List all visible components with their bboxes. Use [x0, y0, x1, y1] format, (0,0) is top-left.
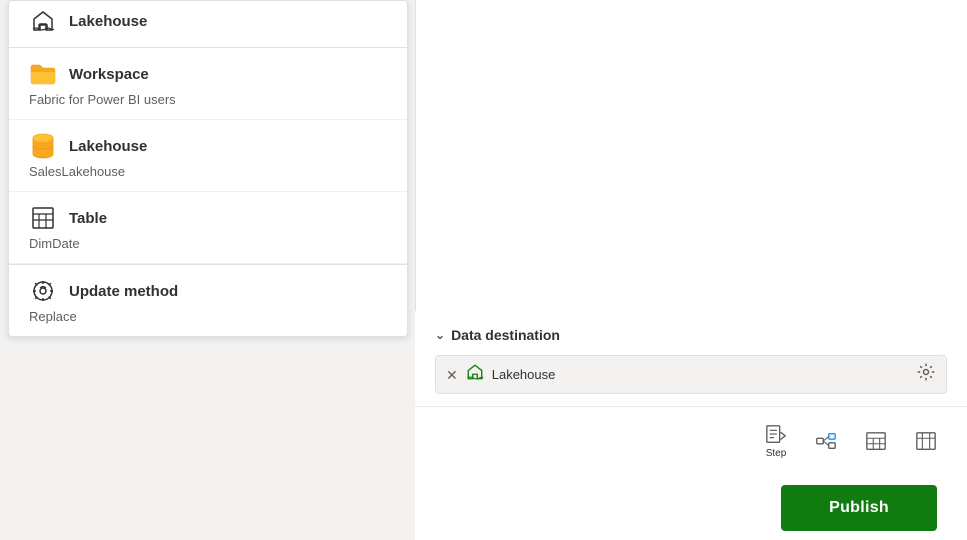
data-destination-section: ⌄ Data destination ✕ Lakehouse — [415, 311, 967, 410]
diagram-button[interactable] — [805, 424, 847, 458]
step-icon — [765, 423, 787, 445]
table-subtitle: DimDate — [29, 236, 387, 251]
lakehouse-db-icon — [29, 132, 57, 160]
step-label: Step — [766, 448, 787, 459]
publish-area: Publish — [415, 475, 967, 540]
table-icon — [29, 204, 57, 232]
update-method-icon — [29, 277, 57, 305]
dropdown-card: Lakehouse Workspace Fabric for Power BI … — [8, 0, 408, 337]
workspace-title: Workspace — [69, 66, 149, 83]
step-button[interactable]: Step — [755, 417, 797, 465]
data-destination-title: Data destination — [451, 327, 560, 343]
close-destination-button[interactable]: ✕ — [446, 368, 458, 382]
workspace-subtitle: Fabric for Power BI users — [29, 92, 387, 107]
lakehouse-top-title: Lakehouse — [69, 13, 147, 30]
update-method-subtitle: Replace — [29, 309, 387, 324]
data-destination-header: ⌄ Data destination — [435, 327, 947, 343]
chevron-icon: ⌄ — [435, 328, 445, 342]
lakehouse-main-subtitle: SalesLakehouse — [29, 164, 387, 179]
table-view-icon — [865, 430, 887, 452]
destination-label: Lakehouse — [492, 367, 908, 382]
destination-settings-icon[interactable] — [916, 362, 936, 387]
destination-row: ✕ Lakehouse — [435, 355, 947, 394]
dropdown-item-workspace[interactable]: Workspace Fabric for Power BI users — [9, 48, 407, 120]
column-view-button[interactable] — [905, 424, 947, 458]
dropdown-item-update-method[interactable]: Update method Replace — [9, 265, 407, 336]
lakehouse-main-title: Lakehouse — [69, 138, 147, 155]
lakehouse-top-icon — [29, 7, 57, 35]
update-method-title: Update method — [69, 283, 178, 300]
destination-lakehouse-icon — [466, 363, 484, 386]
publish-button[interactable]: Publish — [781, 485, 937, 531]
dropdown-item-table[interactable]: Table DimDate — [9, 192, 407, 264]
column-view-icon — [915, 430, 937, 452]
dropdown-item-lakehouse[interactable]: Lakehouse SalesLakehouse — [9, 120, 407, 192]
bottom-toolbar: Step — [415, 406, 967, 475]
table-view-button[interactable] — [855, 424, 897, 458]
workspace-icon — [29, 60, 57, 88]
diagram-icon — [815, 430, 837, 452]
dropdown-item-lakehouse-partial[interactable]: Lakehouse — [9, 1, 407, 48]
table-title: Table — [69, 210, 107, 227]
